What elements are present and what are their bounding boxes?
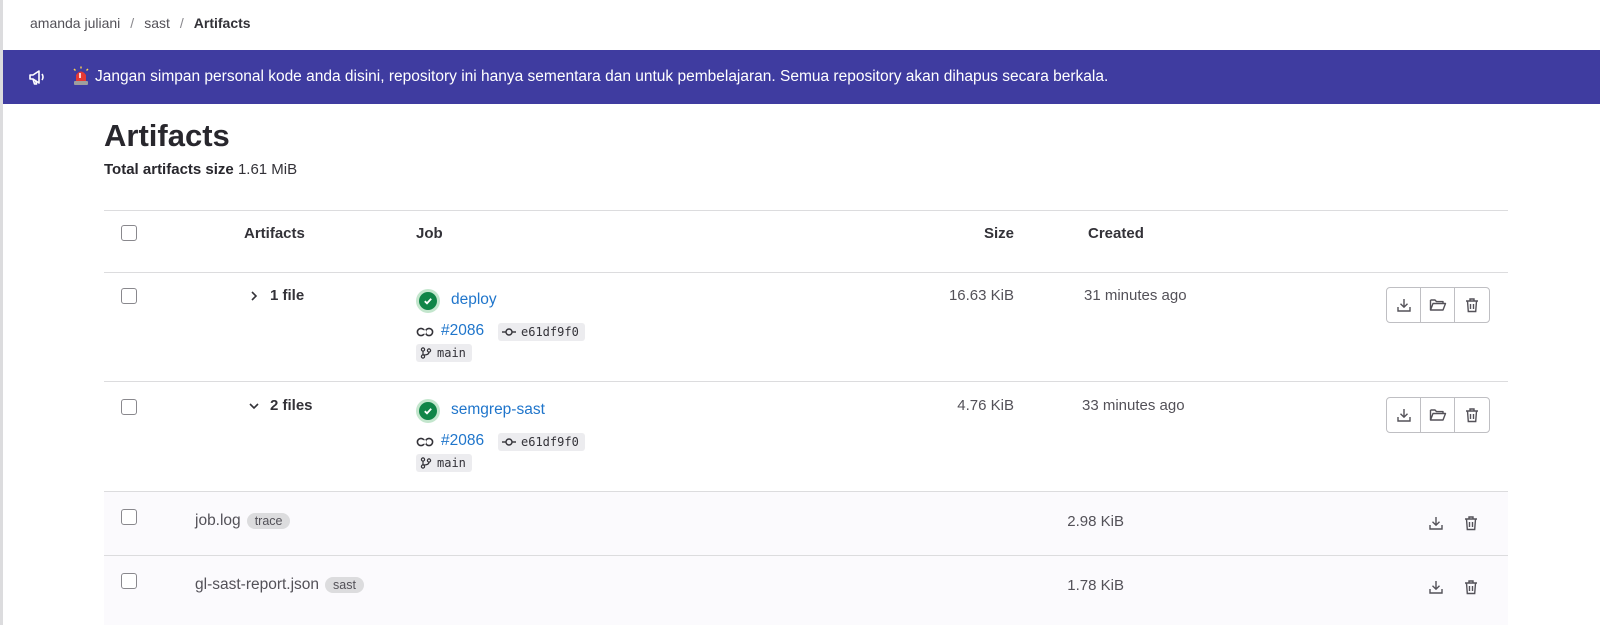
table-divider xyxy=(104,555,1508,556)
table-top-divider xyxy=(104,210,1508,211)
file-row: gl-sast-report.json sast 1.78 KiB xyxy=(104,555,1508,625)
trash-icon xyxy=(1466,298,1478,313)
row-checkbox[interactable] xyxy=(121,288,137,304)
delete-button[interactable] xyxy=(1455,398,1489,432)
pipeline-link[interactable]: #2086 xyxy=(441,432,484,450)
job-link[interactable]: semgrep-sast xyxy=(451,401,545,419)
commit-sha-link[interactable]: e61df9f0 xyxy=(498,433,585,451)
megaphone-icon xyxy=(29,70,44,85)
created-time[interactable]: 33 minutes ago xyxy=(1082,397,1185,414)
browse-button[interactable] xyxy=(1421,398,1455,432)
file-download-button[interactable] xyxy=(1421,508,1451,538)
row-actions xyxy=(1386,397,1490,433)
breadcrumb-user[interactable]: amanda juliani xyxy=(30,15,120,31)
branch-link[interactable]: main xyxy=(416,344,472,362)
file-type-badge: trace xyxy=(246,513,291,529)
select-all-checkbox[interactable] xyxy=(121,225,137,241)
column-header-artifacts[interactable]: Artifacts xyxy=(244,225,305,242)
file-type-badge: sast xyxy=(325,577,364,593)
job-link[interactable]: deploy xyxy=(451,291,497,309)
delete-button[interactable] xyxy=(1455,288,1489,322)
expand-files-toggle[interactable]: 1 file xyxy=(248,287,304,304)
file-name: gl-sast-report.json sast xyxy=(195,576,364,594)
created-time[interactable]: 31 minutes ago xyxy=(1084,287,1187,304)
folder-open-icon xyxy=(1429,299,1446,311)
commit-sha: e61df9f0 xyxy=(521,435,579,449)
row-actions xyxy=(1386,287,1490,323)
download-icon xyxy=(1429,517,1443,530)
files-count: 1 file xyxy=(270,287,305,304)
page-title: Artifacts xyxy=(104,118,230,153)
file-size: 1.78 KiB xyxy=(1067,577,1124,594)
status-passed-icon[interactable] xyxy=(416,399,440,423)
table-divider xyxy=(104,272,1508,273)
browse-button[interactable] xyxy=(1421,288,1455,322)
collapse-files-toggle[interactable]: 2 files xyxy=(248,397,313,414)
file-checkbox[interactable] xyxy=(121,573,137,589)
commit-icon xyxy=(502,438,516,446)
file-delete-button[interactable] xyxy=(1456,508,1486,538)
file-delete-button[interactable] xyxy=(1456,572,1486,602)
total-size-value: 1.61 MiB xyxy=(237,161,298,178)
artifact-size: 4.76 KiB xyxy=(957,397,1014,414)
breadcrumb-current[interactable]: Artifacts xyxy=(194,15,251,31)
pipeline-icon xyxy=(416,327,434,337)
download-button[interactable] xyxy=(1387,288,1421,322)
file-download-button[interactable] xyxy=(1421,572,1451,602)
file-size: 2.98 KiB xyxy=(1067,513,1124,530)
banner-message: Jangan simpan personal kode anda disini,… xyxy=(95,68,1109,85)
download-button[interactable] xyxy=(1387,398,1421,432)
pipeline-icon xyxy=(416,437,434,447)
file-checkbox[interactable] xyxy=(121,509,137,525)
artifact-size: 16.63 KiB xyxy=(948,287,1014,304)
commit-sha: e61df9f0 xyxy=(521,325,579,339)
breadcrumb: amanda juliani / sast / Artifacts xyxy=(30,14,251,32)
column-header-size[interactable]: Size xyxy=(934,225,1014,242)
pipeline-link[interactable]: #2086 xyxy=(441,322,484,340)
chevron-right-icon xyxy=(251,290,258,301)
branch-link[interactable]: main xyxy=(416,454,472,472)
trash-icon xyxy=(1465,516,1477,531)
file-name-text: job.log xyxy=(195,512,241,529)
row-checkbox[interactable] xyxy=(121,399,137,415)
file-name: job.log trace xyxy=(195,512,291,530)
broadcast-banner: Jangan simpan personal kode anda disini,… xyxy=(3,50,1600,104)
file-row: job.log trace 2.98 KiB xyxy=(104,491,1508,555)
table-divider xyxy=(104,491,1508,492)
rotating-light-icon xyxy=(73,66,89,85)
branch-name: main xyxy=(437,346,466,360)
trash-icon xyxy=(1465,580,1477,595)
status-passed-icon[interactable] xyxy=(416,289,440,313)
chevron-down-icon xyxy=(249,402,259,409)
breadcrumb-separator: / xyxy=(130,15,135,31)
trash-icon xyxy=(1466,408,1478,423)
breadcrumb-separator: / xyxy=(179,15,184,31)
commit-icon xyxy=(502,328,516,336)
column-header-created[interactable]: Created xyxy=(1088,225,1144,242)
download-icon xyxy=(1396,409,1411,422)
file-name-text: gl-sast-report.json xyxy=(195,576,320,593)
branch-icon xyxy=(420,347,432,359)
download-icon xyxy=(1396,299,1411,312)
files-count: 2 files xyxy=(270,397,313,414)
branch-icon xyxy=(420,457,432,469)
download-icon xyxy=(1429,581,1443,594)
folder-open-icon xyxy=(1429,409,1446,421)
branch-name: main xyxy=(437,456,466,470)
total-artifacts-size: Total artifacts size 1.61 MiB xyxy=(104,161,297,178)
total-size-label: Total artifacts size xyxy=(104,161,234,178)
commit-sha-link[interactable]: e61df9f0 xyxy=(498,323,585,341)
table-divider xyxy=(104,381,1508,382)
column-header-job: Job xyxy=(416,225,443,242)
breadcrumb-project[interactable]: sast xyxy=(144,15,170,31)
